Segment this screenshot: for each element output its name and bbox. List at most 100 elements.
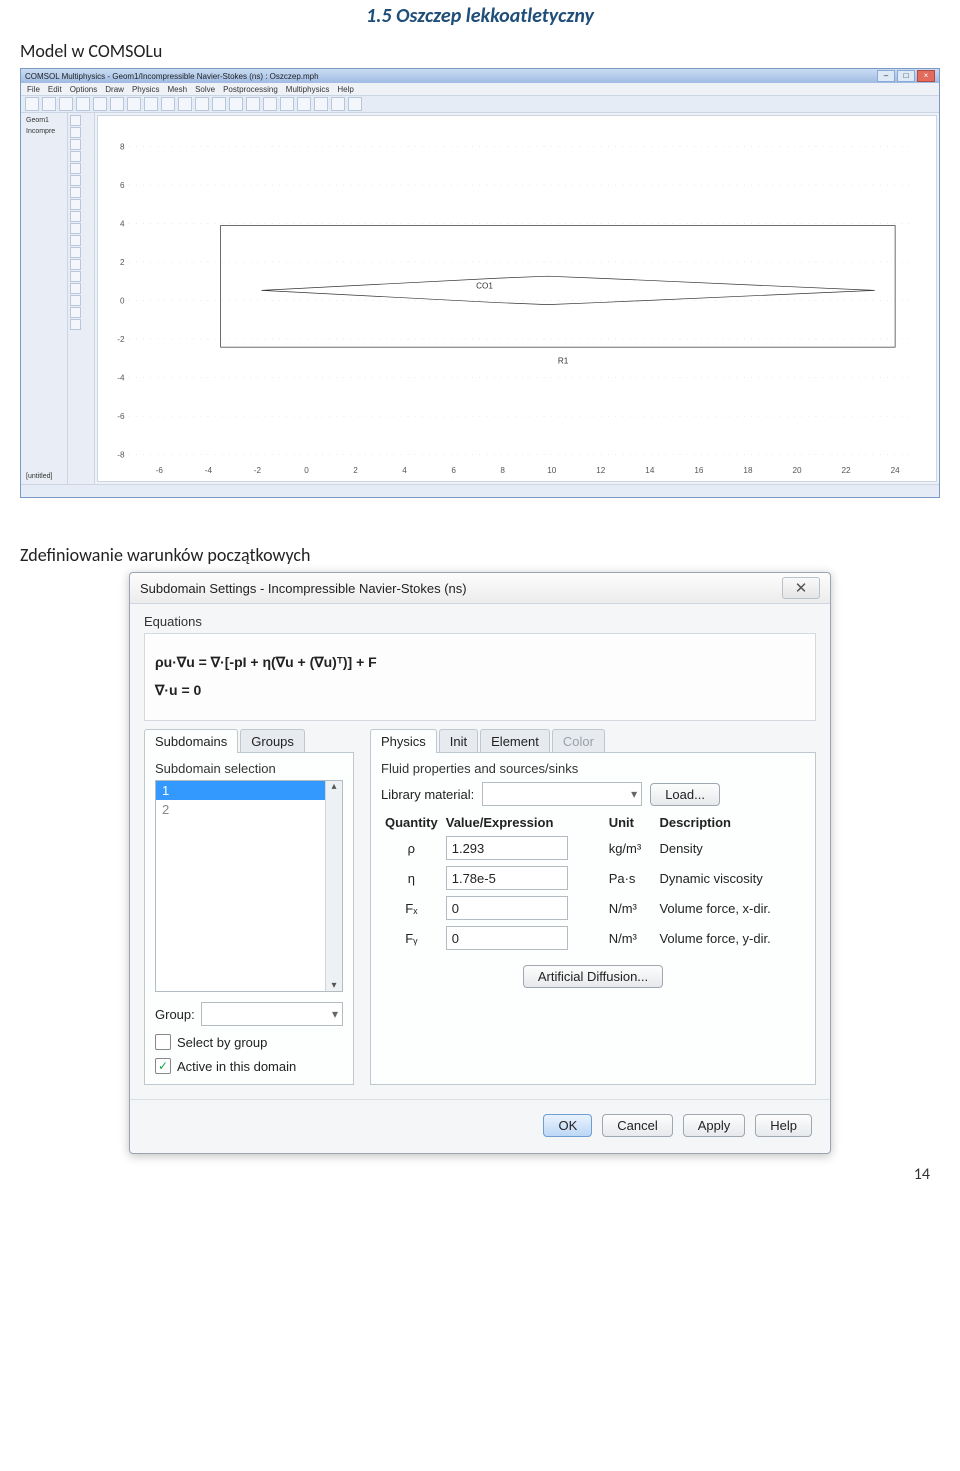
active-in-domain-checkbox[interactable]: ✓: [155, 1058, 171, 1074]
group-select[interactable]: ▾: [201, 1002, 343, 1026]
draw-tool[interactable]: [70, 271, 81, 282]
toolbar-button[interactable]: [212, 97, 226, 111]
help-button[interactable]: Help: [755, 1114, 812, 1137]
draw-tool[interactable]: [70, 247, 81, 258]
draw-tool[interactable]: [70, 307, 81, 318]
toolbar-button[interactable]: [331, 97, 345, 111]
model-tree[interactable]: Geom1 Incompre [untitled]: [21, 113, 68, 484]
equations-box: ρu·∇u = ∇·[-pI + η(∇u + (∇u)ᵀ)] + F ∇·u …: [144, 633, 816, 721]
menu-item[interactable]: Options: [70, 85, 98, 94]
menu-item[interactable]: Help: [337, 85, 353, 94]
tab-init[interactable]: Init: [439, 729, 478, 753]
toolbar-button[interactable]: [93, 97, 107, 111]
menu-item[interactable]: Draw: [105, 85, 124, 94]
draw-tool[interactable]: [70, 139, 81, 150]
col-value: Value/Expression: [442, 812, 605, 833]
toolbar-button[interactable]: [348, 97, 362, 111]
toolbar-button[interactable]: [178, 97, 192, 111]
tab-subdomains[interactable]: Subdomains: [144, 729, 238, 753]
toolbar-button[interactable]: [280, 97, 294, 111]
draw-tool[interactable]: [70, 259, 81, 270]
svg-text:24: 24: [891, 466, 901, 475]
geometry-canvas[interactable]: CO1 R1 8 6 4 2 0 -2 -4 -6 -8: [97, 115, 937, 482]
toolbar-button[interactable]: [42, 97, 56, 111]
toolbar-button[interactable]: [314, 97, 328, 111]
svg-text:-8: -8: [117, 451, 125, 460]
svg-text:20: 20: [792, 466, 802, 475]
menu-item[interactable]: File: [27, 85, 40, 94]
svg-text:-4: -4: [205, 466, 213, 475]
tab-physics[interactable]: Physics: [370, 729, 437, 753]
text-definition: Zdefiniowanie warunków początkowych: [20, 544, 940, 566]
toolbar-button[interactable]: [110, 97, 124, 111]
draw-tool[interactable]: [70, 175, 81, 186]
draw-tool[interactable]: [70, 295, 81, 306]
draw-tool[interactable]: [70, 199, 81, 210]
svg-text:4: 4: [120, 220, 125, 229]
toolbar-button[interactable]: [195, 97, 209, 111]
scroll-down-icon[interactable]: ▾: [326, 980, 342, 991]
dialog-close-button[interactable]: ✕: [782, 577, 820, 599]
toolbar-button[interactable]: [144, 97, 158, 111]
apply-button[interactable]: Apply: [683, 1114, 746, 1137]
fx-input[interactable]: 0: [446, 896, 568, 920]
tab-groups[interactable]: Groups: [240, 729, 305, 753]
cancel-button[interactable]: Cancel: [602, 1114, 672, 1137]
qty-desc: Volume force, y-dir.: [655, 923, 805, 953]
list-item[interactable]: 1: [156, 781, 342, 800]
ok-button[interactable]: OK: [543, 1114, 592, 1137]
draw-tool[interactable]: [70, 235, 81, 246]
library-material-select[interactable]: ▾: [482, 782, 642, 806]
draw-tool[interactable]: [70, 283, 81, 294]
section-title: 1.5 Oszczep lekkoatletyczny: [20, 4, 940, 28]
tree-node[interactable]: Incompre: [24, 127, 64, 136]
menu-item[interactable]: Postprocessing: [223, 85, 278, 94]
maximize-button[interactable]: □: [897, 70, 915, 82]
draw-tool[interactable]: [70, 223, 81, 234]
density-input[interactable]: 1.293: [446, 836, 568, 860]
minimize-button[interactable]: –: [877, 70, 895, 82]
draw-tool[interactable]: [70, 127, 81, 138]
select-by-group-checkbox[interactable]: [155, 1034, 171, 1050]
close-button[interactable]: ×: [917, 70, 935, 82]
tree-node[interactable]: Geom1: [24, 116, 64, 125]
viscosity-input[interactable]: 1.78e-5: [446, 866, 568, 890]
table-row: Fₓ 0 N/m³ Volume force, x-dir.: [381, 893, 805, 923]
subdomain-listbox[interactable]: 1 2 ▴ ▾: [155, 780, 343, 992]
menu-item[interactable]: Mesh: [168, 85, 188, 94]
toolbar-button[interactable]: [229, 97, 243, 111]
load-button[interactable]: Load...: [650, 783, 720, 806]
qty-symbol: ρ: [381, 833, 442, 863]
draw-tool[interactable]: [70, 163, 81, 174]
menu-item[interactable]: Multiphysics: [286, 85, 330, 94]
toolbar-button[interactable]: [127, 97, 141, 111]
svg-text:0: 0: [304, 466, 309, 475]
tree-node-untitled[interactable]: [untitled]: [24, 472, 64, 481]
fy-input[interactable]: 0: [446, 926, 568, 950]
toolbar-button[interactable]: [76, 97, 90, 111]
draw-tool[interactable]: [70, 319, 81, 330]
draw-tool[interactable]: [70, 151, 81, 162]
menu-item[interactable]: Physics: [132, 85, 160, 94]
draw-tool[interactable]: [70, 211, 81, 222]
tab-element[interactable]: Element: [480, 729, 550, 753]
library-material-label: Library material:: [381, 787, 474, 802]
menu-item[interactable]: Edit: [48, 85, 62, 94]
draw-tool[interactable]: [70, 115, 81, 126]
toolbar-button[interactable]: [161, 97, 175, 111]
svg-text:12: 12: [596, 466, 606, 475]
menu-item[interactable]: Solve: [195, 85, 215, 94]
scroll-up-icon[interactable]: ▴: [326, 781, 342, 792]
toolbar-button[interactable]: [246, 97, 260, 111]
list-item[interactable]: 2: [156, 800, 342, 819]
toolbar-button[interactable]: [25, 97, 39, 111]
svg-text:0: 0: [120, 297, 125, 306]
svg-text:-2: -2: [254, 466, 262, 475]
toolbar-button[interactable]: [263, 97, 277, 111]
toolbar-button[interactable]: [297, 97, 311, 111]
artificial-diffusion-button[interactable]: Artificial Diffusion...: [523, 965, 663, 988]
draw-tool[interactable]: [70, 187, 81, 198]
svg-text:8: 8: [120, 142, 125, 151]
toolbar-button[interactable]: [59, 97, 73, 111]
svg-text:6: 6: [120, 181, 125, 190]
